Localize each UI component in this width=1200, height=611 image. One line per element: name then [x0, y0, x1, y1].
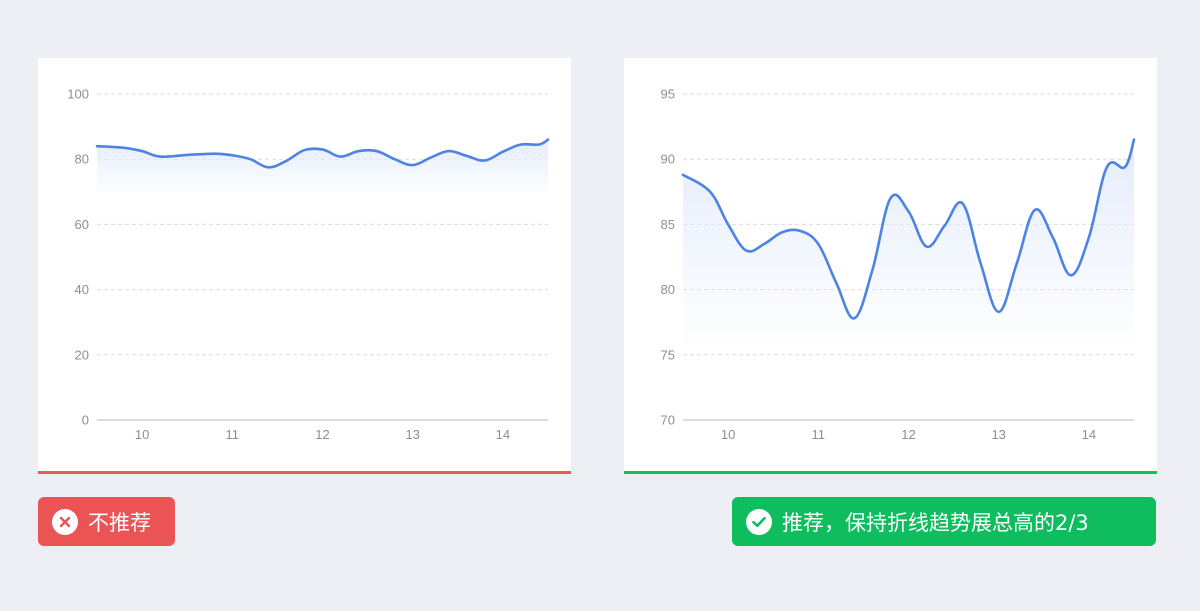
- y-tick-label: 80: [661, 282, 675, 297]
- y-tick-label: 100: [67, 87, 89, 102]
- x-tick-label: 13: [991, 427, 1005, 442]
- y-tick-label: 90: [661, 152, 675, 167]
- series-area: [683, 139, 1134, 349]
- chart-panel-not-recommended: 0 20 40 60 80 100 10 11 12 13 14: [38, 58, 571, 471]
- y-tick-label: 60: [75, 217, 89, 232]
- x-tick-label: 11: [226, 427, 240, 442]
- close-icon: [52, 508, 78, 535]
- y-tick-label: 85: [661, 217, 675, 232]
- recommended-badge: 推荐，保持折线趋势展总高的2/3: [732, 497, 1156, 546]
- line-chart-left: 0 20 40 60 80 100 10 11 12 13 14: [67, 87, 550, 442]
- recommended-label: 推荐，保持折线趋势展总高的2/3: [782, 510, 1089, 535]
- not-recommended-badge: 不推荐: [38, 497, 175, 546]
- y-tick-label: 70: [661, 413, 675, 428]
- y-tick-label: 20: [75, 347, 89, 362]
- y-tick-label: 80: [75, 152, 89, 167]
- y-tick-label: 0: [82, 413, 89, 428]
- x-tick-label: 10: [721, 427, 735, 442]
- x-tick-label: 14: [496, 427, 510, 442]
- x-tick-label: 13: [405, 427, 419, 442]
- x-tick-label: 10: [135, 427, 149, 442]
- y-tick-label: 95: [661, 87, 675, 102]
- check-icon: [746, 508, 772, 535]
- panel-underline-green: [624, 471, 1157, 474]
- not-recommended-label: 不推荐: [88, 510, 151, 535]
- x-tick-label: 12: [901, 427, 915, 442]
- x-tick-label: 12: [315, 427, 329, 442]
- x-tick-label: 11: [812, 427, 826, 442]
- line-chart-right: 70 75 80 85 90 95 10 11 12 13 14: [661, 87, 1136, 442]
- y-tick-label: 40: [75, 282, 89, 297]
- panel-underline-red: [38, 471, 571, 474]
- x-tick-label: 14: [1082, 427, 1096, 442]
- chart-panel-recommended: 70 75 80 85 90 95 10 11 12 13 14: [624, 58, 1157, 471]
- y-tick-label: 75: [661, 347, 675, 362]
